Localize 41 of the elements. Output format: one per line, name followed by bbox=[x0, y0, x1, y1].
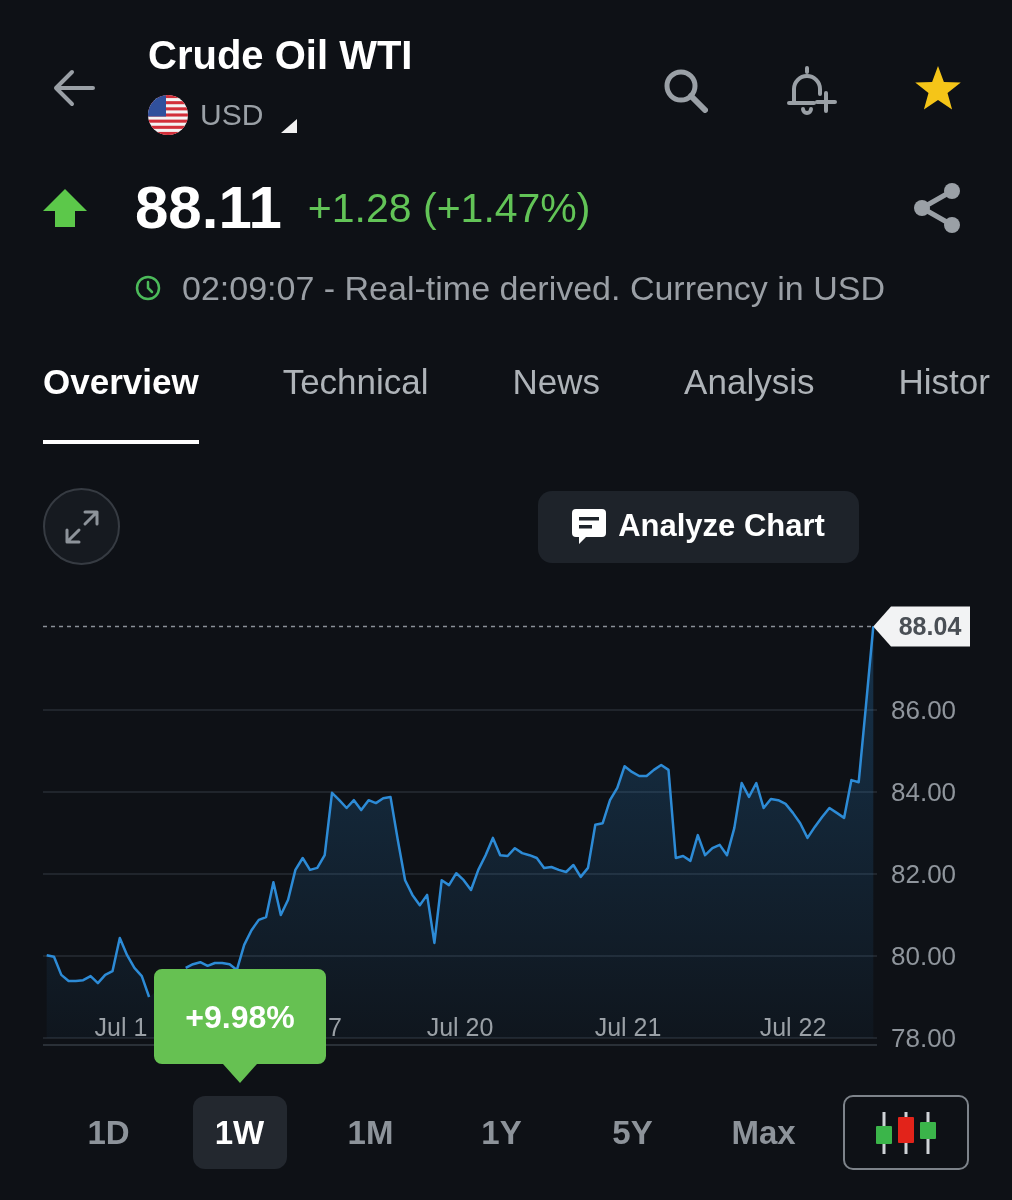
tab[interactable]: Histor bbox=[898, 340, 990, 444]
price-label: 88.04 bbox=[873, 606, 970, 647]
caret-icon[interactable] bbox=[281, 119, 298, 133]
axis-label: 86.00 bbox=[891, 695, 957, 725]
instrument-title: Crude Oil WTI bbox=[148, 32, 413, 79]
axis-label: 82.00 bbox=[891, 859, 957, 889]
currency-label[interactable]: USD bbox=[200, 95, 264, 135]
range-tab[interactable]: 5Y bbox=[585, 1096, 680, 1169]
last-price: 88.11 bbox=[135, 175, 282, 241]
range-tab[interactable]: 1D bbox=[61, 1096, 156, 1169]
date-label: Jul 20 bbox=[426, 1013, 494, 1041]
search-icon[interactable] bbox=[662, 67, 708, 113]
quote-timestamp: 02:09:07 - Real-time derived. Currency in USD bbox=[182, 268, 885, 309]
clock-icon bbox=[135, 275, 161, 301]
analyze-chart-button[interactable]: Analyze Chart bbox=[538, 490, 859, 563]
bell-plus-icon[interactable] bbox=[785, 65, 838, 115]
change-tooltip: +9.98% bbox=[153, 969, 326, 1083]
date-label: Jul 1 bbox=[94, 1013, 148, 1041]
chart-type-button[interactable] bbox=[843, 1095, 969, 1170]
date-label: Jul 21 bbox=[594, 1013, 662, 1041]
range-tab[interactable]: Max bbox=[716, 1096, 811, 1169]
chat-bubble-icon bbox=[572, 508, 607, 545]
tab[interactable]: News bbox=[512, 340, 601, 444]
range-tab[interactable]: 1Y bbox=[454, 1096, 549, 1169]
ref-line-label: 88.04 bbox=[898, 612, 962, 641]
tab[interactable]: Technical bbox=[282, 340, 429, 444]
range-tab[interactable]: 1W bbox=[192, 1096, 287, 1169]
date-label: 7 bbox=[328, 1013, 342, 1041]
price-change: +1.28 (+1.47%) bbox=[307, 184, 591, 233]
candlestick-icon bbox=[875, 1111, 937, 1154]
tab[interactable]: Overview bbox=[43, 340, 199, 444]
range-tab[interactable]: 1M bbox=[323, 1096, 418, 1169]
axis-label: 80.00 bbox=[891, 941, 957, 971]
axis-label: 78.00 bbox=[891, 1023, 957, 1053]
expand-icon bbox=[63, 508, 100, 545]
share-icon[interactable] bbox=[912, 182, 962, 234]
back-arrow-icon[interactable] bbox=[52, 68, 95, 108]
flag-icon bbox=[148, 95, 188, 135]
date-label: Jul 22 bbox=[759, 1013, 827, 1041]
tab[interactable]: Analysis bbox=[684, 340, 815, 444]
axis-label: 84.00 bbox=[891, 777, 957, 807]
